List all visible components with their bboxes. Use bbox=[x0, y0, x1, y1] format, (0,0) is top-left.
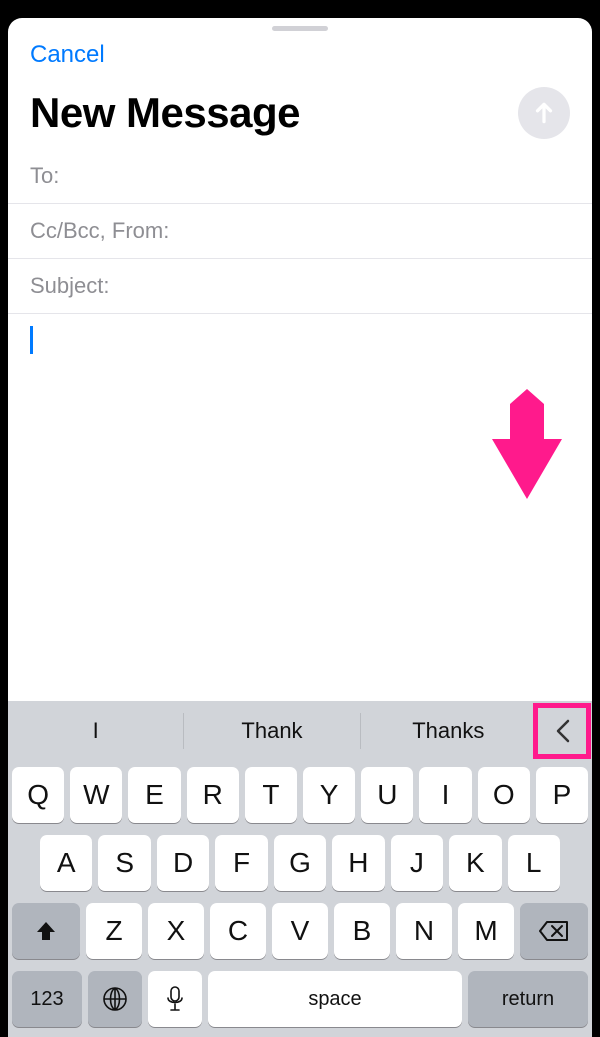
key-row-4: 123 space return bbox=[8, 965, 592, 1033]
key-s[interactable]: S bbox=[98, 835, 150, 891]
globe-key[interactable] bbox=[88, 971, 142, 1027]
keyboard: I Thank Thanks Q W E R T Y U I O P A bbox=[8, 701, 592, 1037]
key-q[interactable]: Q bbox=[12, 767, 64, 823]
key-row-3: Z X C V B N M bbox=[8, 897, 592, 965]
key-n[interactable]: N bbox=[396, 903, 452, 959]
subject-field-row[interactable]: Subject: bbox=[8, 259, 592, 314]
key-x[interactable]: X bbox=[148, 903, 204, 959]
key-g[interactable]: G bbox=[274, 835, 326, 891]
send-button[interactable] bbox=[518, 87, 570, 139]
key-v[interactable]: V bbox=[272, 903, 328, 959]
key-b[interactable]: B bbox=[334, 903, 390, 959]
key-i[interactable]: I bbox=[419, 767, 471, 823]
cc-input[interactable] bbox=[175, 218, 570, 244]
key-a[interactable]: A bbox=[40, 835, 92, 891]
cancel-button[interactable]: Cancel bbox=[30, 41, 105, 69]
subject-input[interactable] bbox=[116, 273, 571, 299]
suggestion-expand-button[interactable] bbox=[536, 701, 592, 761]
to-field-row[interactable]: To: bbox=[8, 149, 592, 204]
key-t[interactable]: T bbox=[245, 767, 297, 823]
key-z[interactable]: Z bbox=[86, 903, 142, 959]
key-k[interactable]: K bbox=[449, 835, 501, 891]
key-w[interactable]: W bbox=[70, 767, 122, 823]
page-title: New Message bbox=[30, 89, 300, 137]
delete-icon bbox=[539, 920, 569, 942]
return-key[interactable]: return bbox=[468, 971, 588, 1027]
annotation-arrow-icon bbox=[492, 384, 562, 504]
key-j[interactable]: J bbox=[391, 835, 443, 891]
suggestion-1[interactable]: I bbox=[8, 701, 183, 761]
sheet-grabber[interactable] bbox=[272, 26, 328, 31]
shift-icon bbox=[34, 919, 58, 943]
key-f[interactable]: F bbox=[215, 835, 267, 891]
shift-key[interactable] bbox=[12, 903, 80, 959]
key-p[interactable]: P bbox=[536, 767, 588, 823]
chevron-left-icon bbox=[554, 717, 574, 745]
key-m[interactable]: M bbox=[458, 903, 514, 959]
cc-label: Cc/Bcc, From: bbox=[30, 218, 169, 244]
suggestion-3[interactable]: Thanks bbox=[361, 701, 536, 761]
key-h[interactable]: H bbox=[332, 835, 384, 891]
key-row-1: Q W E R T Y U I O P bbox=[8, 761, 592, 829]
key-d[interactable]: D bbox=[157, 835, 209, 891]
key-y[interactable]: Y bbox=[303, 767, 355, 823]
suggestion-2[interactable]: Thank bbox=[184, 701, 359, 761]
to-label: To: bbox=[30, 163, 59, 189]
key-u[interactable]: U bbox=[361, 767, 413, 823]
cc-bcc-from-row[interactable]: Cc/Bcc, From: bbox=[8, 204, 592, 259]
key-l[interactable]: L bbox=[508, 835, 560, 891]
compose-sheet: Cancel New Message To: Cc/Bcc, From: Sub… bbox=[8, 18, 592, 1037]
dictation-key[interactable] bbox=[148, 971, 202, 1027]
suggestion-bar: I Thank Thanks bbox=[8, 701, 592, 761]
numeric-key[interactable]: 123 bbox=[12, 971, 82, 1027]
subject-label: Subject: bbox=[30, 273, 110, 299]
key-o[interactable]: O bbox=[478, 767, 530, 823]
message-body[interactable] bbox=[8, 314, 592, 701]
key-e[interactable]: E bbox=[128, 767, 180, 823]
space-key[interactable]: space bbox=[208, 971, 462, 1027]
text-cursor bbox=[30, 326, 33, 354]
arrow-up-icon bbox=[531, 100, 557, 126]
key-c[interactable]: C bbox=[210, 903, 266, 959]
microphone-icon bbox=[166, 986, 184, 1012]
globe-icon bbox=[102, 986, 128, 1012]
delete-key[interactable] bbox=[520, 903, 588, 959]
to-input[interactable] bbox=[65, 163, 570, 189]
key-row-2: A S D F G H J K L bbox=[8, 829, 592, 897]
key-r[interactable]: R bbox=[187, 767, 239, 823]
